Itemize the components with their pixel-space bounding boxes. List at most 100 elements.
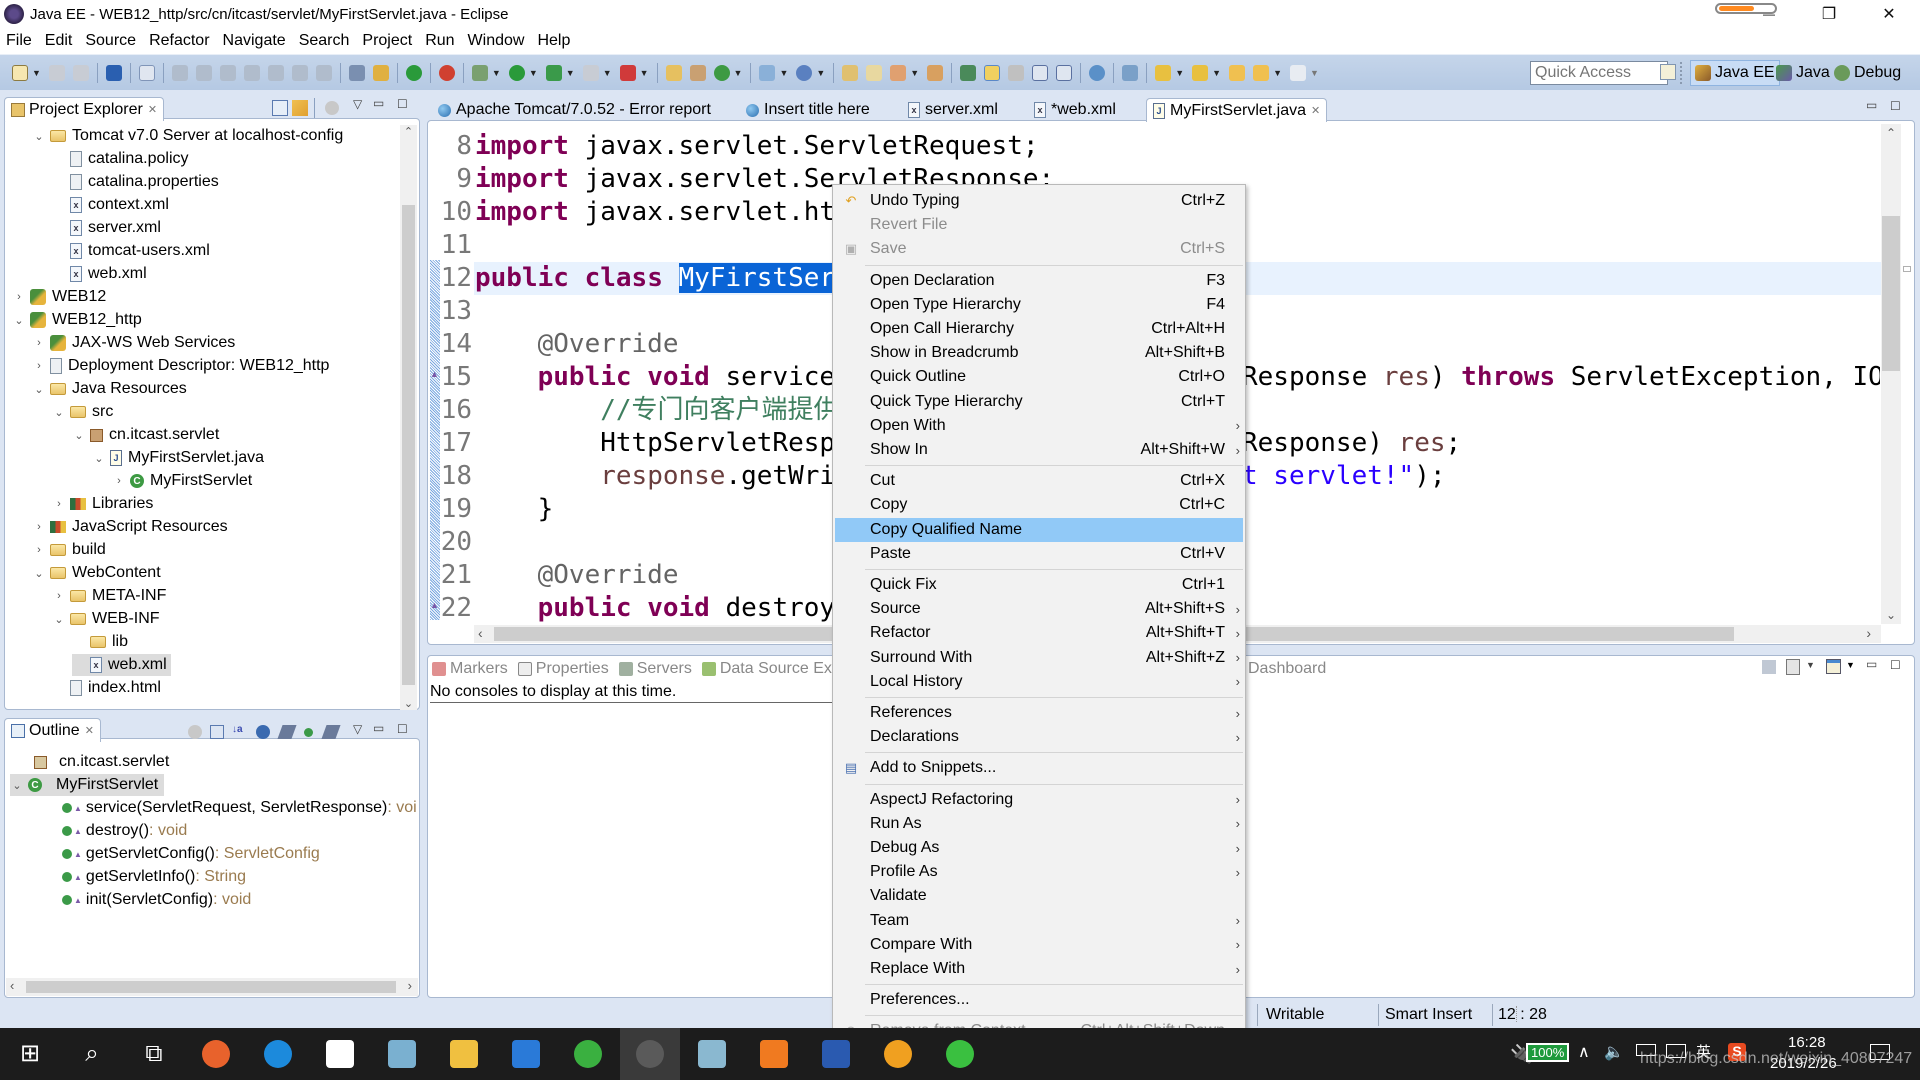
terminate-icon[interactable] (219, 64, 236, 81)
block-selection-icon[interactable] (1008, 64, 1025, 81)
hide-local-types-icon[interactable] (321, 725, 341, 739)
tree-item[interactable]: ⌄ WEB-INF (52, 608, 159, 630)
taskbar-calculator[interactable] (310, 1028, 370, 1080)
outline-method[interactable]: ▲ getServletInfo() : String (62, 866, 246, 888)
forward-icon[interactable] (1289, 64, 1306, 81)
debug-dropdown-icon[interactable]: ▼ (492, 68, 501, 78)
collapse-twisty-icon[interactable]: ⌄ (32, 567, 46, 580)
display-console-icon[interactable] (1786, 659, 1800, 675)
menu-item-quick-type-hierarchy[interactable]: Quick Type Hierarchy Ctrl+T (835, 390, 1243, 414)
menu-item-local-history[interactable]: Local History › (835, 670, 1243, 694)
drop-to-frame-icon[interactable] (372, 64, 389, 81)
run-icon[interactable] (508, 64, 525, 81)
menu-item-revert-file[interactable]: Revert File (835, 213, 1243, 237)
tree-item[interactable]: catalina.policy (52, 148, 189, 170)
menu-run[interactable]: Run (425, 32, 454, 50)
show-whitespace-icon[interactable] (1056, 64, 1073, 81)
view-menu-icon[interactable]: ▽ (353, 97, 362, 111)
menu-item-cut[interactable]: Cut Ctrl+X (835, 469, 1243, 493)
override-marker-icon[interactable]: ▲ (430, 369, 439, 379)
clock-time[interactable]: 16:28 (1788, 1034, 1826, 1051)
taskbar-word[interactable] (806, 1028, 866, 1080)
toggle-breadcrumb-icon[interactable] (960, 64, 977, 81)
outline-method[interactable]: ▲ service(ServletRequest, ServletResponse… (62, 797, 417, 819)
step-over-icon[interactable] (291, 64, 308, 81)
save-all-icon[interactable] (72, 64, 89, 81)
new-icon[interactable] (12, 64, 28, 81)
browser-icon[interactable] (438, 64, 455, 81)
tree-item[interactable]: ⌄ WEB12_http (12, 309, 142, 331)
scrollbar-thumb[interactable] (1882, 216, 1900, 371)
resume-icon[interactable] (171, 64, 188, 81)
use-step-filters-icon[interactable] (348, 64, 365, 81)
tree-item[interactable]: › Libraries (52, 493, 153, 515)
menu-item-undo-typing[interactable]: ↶ Undo Typing Ctrl+Z (835, 189, 1243, 213)
maximize-view-icon[interactable]: ☐ (397, 722, 408, 736)
stop-dropdown-icon[interactable]: ▼ (603, 68, 612, 78)
new-java-project-icon[interactable] (665, 64, 682, 81)
collapse-twisty-icon[interactable]: ⌄ (92, 452, 106, 465)
tree-item[interactable]: ⌄ Java Resources (32, 378, 186, 400)
menu-item-replace-with[interactable]: Replace With › (835, 957, 1243, 981)
menu-item-open-with[interactable]: Open With › (835, 414, 1243, 438)
outline-horizontal-scrollbar[interactable]: ‹ › (6, 978, 418, 996)
open-console-icon[interactable] (1826, 659, 1841, 674)
taskbar-pdf-reader[interactable] (744, 1028, 804, 1080)
expand-twisty-icon[interactable]: › (32, 521, 46, 533)
editor-tab[interactable]: Apache Tomcat/7.0.52 - Error report (432, 98, 717, 122)
outline-method[interactable]: ▲ init(ServletConfig) : void (62, 889, 251, 911)
collapse-all-icon[interactable] (272, 100, 288, 116)
run-dropdown-icon[interactable]: ▼ (529, 68, 538, 78)
new-class-dropdown-icon[interactable]: ▼ (734, 68, 743, 78)
last-edit-location-icon[interactable] (1229, 64, 1246, 81)
tree-item[interactable]: x web.xml (72, 654, 171, 676)
tree-item[interactable]: x context.xml (52, 194, 169, 216)
servlet-dropdown-icon[interactable]: ▼ (816, 68, 825, 78)
expand-twisty-icon[interactable]: › (32, 360, 46, 372)
minimize-view-icon[interactable]: ▭ (1866, 657, 1877, 671)
menu-item-references[interactable]: References › (835, 701, 1243, 725)
previous-annotation-icon[interactable] (1192, 64, 1209, 81)
hide-fields-icon[interactable] (256, 725, 270, 739)
menu-item-add-to-snippets[interactable]: ▤ Add to Snippets... (835, 756, 1243, 780)
menu-item-open-declaration[interactable]: Open Declaration F3 (835, 269, 1243, 293)
menu-source[interactable]: Source (85, 32, 136, 50)
battery-indicator[interactable]: 100% (1526, 1043, 1570, 1062)
new-dropdown-icon[interactable]: ▼ (32, 68, 41, 78)
editor-tab[interactable]: J MyFirstServlet.java ✕ (1146, 98, 1328, 122)
maximize-editor-icon[interactable]: ☐ (1890, 99, 1901, 113)
stop-icon[interactable] (582, 64, 599, 81)
perspective-java-ee[interactable]: Java EE (1690, 60, 1780, 86)
menu-window[interactable]: Window (468, 32, 525, 50)
suspend-icon[interactable] (195, 64, 212, 81)
tree-item[interactable]: ⌄ Tomcat v7.0 Server at localhost-config (32, 125, 343, 147)
menu-item-surround-with[interactable]: Surround With Alt+Shift+Z › (835, 646, 1243, 670)
outline-package[interactable]: cn.itcast.servlet (34, 751, 169, 773)
new-servlet-icon[interactable] (796, 64, 813, 81)
display-console-dropdown-icon[interactable]: ▼ (1806, 660, 1815, 670)
menu-help[interactable]: Help (537, 32, 570, 50)
tree-item[interactable]: ⌄ WebContent (32, 562, 160, 584)
perspective-java[interactable]: Java (1772, 60, 1834, 86)
tab-project-explorer[interactable]: Project Explorer ✕ (4, 97, 165, 121)
minimize-button[interactable]: — (1746, 0, 1792, 28)
scroll-left-icon[interactable]: ‹ (10, 978, 14, 993)
external-tools-icon[interactable] (619, 64, 636, 81)
new-class-icon[interactable] (713, 64, 730, 81)
outline-class[interactable]: ⌄ C MyFirstServlet (10, 774, 165, 796)
tree-item[interactable]: lib (72, 631, 128, 653)
expand-twisty-icon[interactable]: › (112, 475, 126, 487)
pin-console-icon[interactable] (1762, 660, 1776, 674)
expand-twisty-icon[interactable]: › (12, 291, 26, 303)
hide-non-public-icon[interactable] (304, 728, 313, 737)
menu-item-copy[interactable]: Copy Ctrl+C (835, 493, 1243, 517)
terminal-icon[interactable] (105, 64, 122, 81)
menu-navigate[interactable]: Navigate (223, 32, 286, 50)
next-annotation-icon[interactable] (1155, 64, 1172, 81)
open-console-dropdown-icon[interactable]: ▼ (1846, 660, 1855, 670)
scroll-down-icon[interactable]: ⌄ (1881, 608, 1901, 622)
collapse-twisty-icon[interactable]: ⌄ (52, 406, 66, 419)
tree-item[interactable]: index.html (52, 677, 161, 699)
back-dropdown-icon[interactable]: ▼ (1273, 68, 1282, 78)
menu-edit[interactable]: Edit (45, 32, 73, 50)
